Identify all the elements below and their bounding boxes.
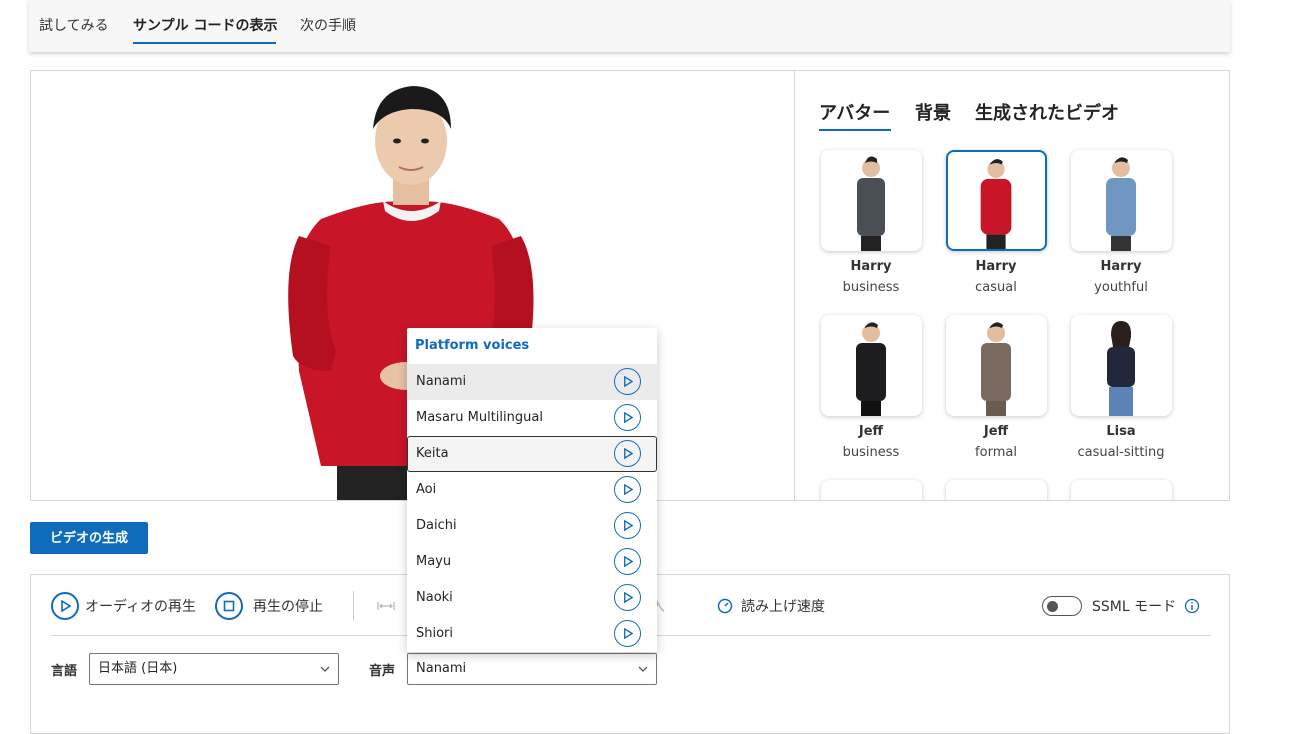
avatar-style: casual (975, 280, 1017, 295)
avatar-card-harry-casual[interactable] (946, 150, 1047, 251)
avatar-name: Harry (1100, 259, 1142, 274)
avatar-card-harry-business[interactable] (821, 150, 922, 251)
language-value: 日本語 (日本) (98, 661, 178, 676)
voice-option[interactable]: Shiori (407, 616, 657, 652)
stop-playback-button[interactable]: 再生の停止 (215, 592, 323, 620)
voice-option-label: Mayu (416, 554, 452, 569)
play-circle-icon[interactable] (614, 512, 641, 539)
tab-avatar[interactable]: アバター (819, 99, 890, 125)
play-circle-icon[interactable] (614, 620, 641, 647)
ssml-mode-label: SSML モード (1092, 599, 1177, 615)
voice-label: 音声 (369, 664, 396, 679)
voice-option[interactable]: Aoi (407, 472, 657, 508)
avatar-style: business (842, 445, 900, 460)
voice-option[interactable]: Nanami (407, 364, 657, 400)
play-circle-icon (51, 592, 79, 620)
play-circle-icon[interactable] (614, 440, 641, 467)
avatar-selection-pane: アバター 背景 生成されたビデオ Harry business Harry ca… (794, 71, 1229, 500)
avatar-style: casual-sitting (1077, 445, 1165, 460)
toolbar-divider (353, 591, 354, 621)
ssml-mode-toggle[interactable] (1042, 596, 1082, 616)
avatar-style: formal (975, 445, 1017, 460)
voice-option[interactable]: Mayu (407, 544, 657, 580)
chevron-down-icon (320, 666, 330, 672)
avatar-name: Harry (975, 259, 1017, 274)
avatar-card-partial[interactable] (946, 480, 1047, 500)
voice-option[interactable]: Keita (407, 436, 657, 472)
play-audio-button[interactable]: オーディオの再生 (51, 592, 197, 620)
voice-option-label: Shiori (416, 626, 454, 641)
play-circle-icon[interactable] (614, 404, 641, 431)
voice-option-label: Aoi (416, 482, 437, 497)
stop-circle-icon (215, 592, 243, 620)
voice-option[interactable]: Daichi (407, 508, 657, 544)
tab-try-it[interactable]: 試してみる (39, 15, 109, 35)
dropdown-group-header: Platform voices (415, 338, 530, 353)
voice-option-label: Masaru Multilingual (416, 410, 543, 425)
voice-option-label: Keita (416, 446, 449, 461)
chevron-down-icon (638, 666, 648, 672)
voice-option-label: Naoki (416, 590, 453, 605)
active-tab-indicator (133, 42, 276, 44)
avatar-card-jeff-formal[interactable] (946, 315, 1047, 416)
tab-view-sample-code[interactable]: サンプル コードの表示 (133, 15, 277, 35)
avatar-card-lisa-casual-sitting[interactable] (1071, 315, 1172, 416)
language-select[interactable]: 日本語 (日本) (89, 653, 339, 685)
top-tab-bar: 試してみる サンプル コードの表示 次の手順 (29, 0, 1230, 52)
play-audio-label: オーディオの再生 (85, 599, 197, 615)
avatar-name: Lisa (1106, 424, 1136, 439)
tab-generated-video[interactable]: 生成されたビデオ (975, 99, 1119, 125)
play-circle-icon[interactable] (614, 584, 641, 611)
play-circle-icon[interactable] (614, 548, 641, 575)
voice-dropdown-list: Platform voices Nanami Masaru Multilingu… (407, 328, 657, 652)
speaking-speed-button[interactable]: 読み上げ速度 (717, 593, 825, 619)
voice-option-label: Daichi (416, 518, 457, 533)
voice-option-label: Nanami (416, 374, 467, 389)
voice-option[interactable]: Naoki (407, 580, 657, 616)
avatar-style: business (842, 280, 900, 295)
speed-label: 読み上げ速度 (741, 599, 825, 615)
avatar-name: Harry (850, 259, 892, 274)
avatar-name: Jeff (858, 424, 884, 439)
play-circle-icon[interactable] (614, 476, 641, 503)
tab-background[interactable]: 背景 (915, 99, 951, 125)
voice-value: Nanami (416, 661, 467, 676)
generate-video-button[interactable]: ビデオの生成 (30, 522, 148, 554)
insert-break-icon[interactable] (377, 593, 395, 619)
avatar-card-partial[interactable] (821, 480, 922, 500)
active-tab-indicator (819, 129, 891, 131)
tab-next-steps[interactable]: 次の手順 (300, 15, 356, 35)
play-circle-icon[interactable] (614, 368, 641, 395)
avatar-card-jeff-business[interactable] (821, 315, 922, 416)
stop-playback-label: 再生の停止 (253, 599, 323, 615)
voice-option[interactable]: Masaru Multilingual (407, 400, 657, 436)
language-label: 言語 (51, 664, 78, 679)
avatar-style: youthful (1094, 280, 1148, 295)
avatar-card-partial[interactable] (1071, 480, 1172, 500)
info-icon[interactable] (1184, 593, 1200, 619)
avatar-card-harry-youthful[interactable] (1071, 150, 1172, 251)
voice-select[interactable]: Nanami (407, 653, 657, 685)
avatar-name: Jeff (983, 424, 1009, 439)
speed-gauge-icon (717, 598, 733, 614)
